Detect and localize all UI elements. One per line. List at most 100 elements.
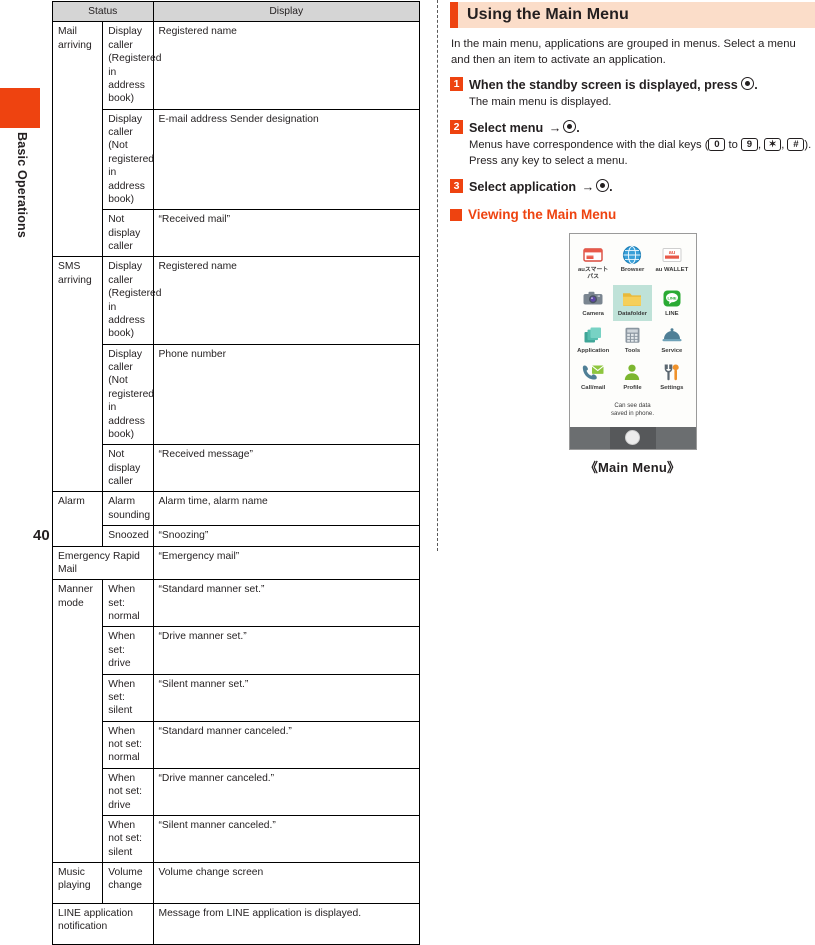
- step-3-heading-period: .: [609, 179, 613, 194]
- cell-display: Alarm time, alarm name: [152, 491, 420, 527]
- globe-icon: [619, 243, 645, 266]
- arrow-right-icon: →: [548, 120, 562, 135]
- table-header-row: Status Display: [52, 0, 420, 23]
- step-number-badge: 3: [450, 178, 463, 193]
- menu-item-label: au WALLET: [655, 267, 689, 274]
- step-2-body-to: to: [725, 138, 741, 151]
- menu-item-line[interactable]: LINE LINE: [652, 285, 691, 321]
- menu-item-settings[interactable]: Settings: [652, 359, 691, 395]
- cell-condition: Display caller (Not registered in addres…: [102, 343, 154, 446]
- section-intro-paragraph: In the main menu, applications are group…: [451, 38, 796, 67]
- table-row: Emergency Rapid Mail “Emergency mail”: [52, 545, 420, 581]
- cell-condition: When set: drive: [102, 626, 154, 675]
- table-row: SMS arriving Display caller (Registered …: [51, 256, 420, 493]
- right-column: Using the Main Menu In the main menu, ap…: [450, 0, 815, 551]
- menu-item-datafolder[interactable]: Datafolder: [612, 285, 653, 322]
- cell-display: E-mail address Sender designation: [152, 108, 420, 211]
- column-header-display: Display: [152, 0, 420, 23]
- cell-display: “Received message”: [152, 444, 420, 493]
- step-1-body: The main menu is displayed.: [469, 96, 612, 109]
- line-icon: LINE: [659, 287, 685, 310]
- cell-condition: Snoozed: [102, 525, 154, 547]
- step-2-heading: Select menu →.: [469, 119, 815, 135]
- bell-icon: [659, 324, 685, 347]
- chapter-tab-marker: [0, 88, 40, 128]
- cell-display: “Silent manner canceled.”: [152, 814, 420, 864]
- menu-item-service[interactable]: Service: [652, 322, 691, 358]
- cell-group-alarm: Alarm: [51, 491, 104, 547]
- chapter-title-vertical: Basic Operations: [15, 132, 29, 239]
- menu-item-label: Datafolder: [617, 311, 648, 318]
- page-number: 40: [33, 527, 50, 544]
- step-2-heading-period: .: [576, 120, 580, 135]
- step-number-badge: 1: [450, 77, 463, 92]
- au-smart-pass-icon: [580, 243, 606, 266]
- section-banner: Using the Main Menu: [450, 2, 815, 28]
- center-select-key-icon: [741, 77, 755, 91]
- menu-item-call-mail[interactable]: Call/mail: [574, 359, 613, 395]
- cell-condition: Not display caller: [102, 444, 154, 493]
- figure-caption: 《Main Menu》: [584, 459, 681, 475]
- subsection-heading: Viewing the Main Menu: [450, 207, 815, 222]
- menu-item-label: Tools: [624, 348, 641, 355]
- dial-key-0-icon: 0: [708, 138, 726, 152]
- section-banner-accent-bar: [450, 2, 458, 28]
- cell-condition: Alarm sounding: [102, 491, 154, 527]
- step-2-body-part1: Menus have correspondence with the dial …: [469, 138, 709, 151]
- menu-item-label: Service: [661, 348, 683, 355]
- menu-item-label: Camera: [582, 311, 604, 318]
- step-1-heading-text: When the standby screen is displayed, pr…: [469, 78, 742, 93]
- person-icon: [619, 361, 645, 384]
- menu-item-au-smart-pass[interactable]: auスマート パス: [574, 241, 613, 284]
- phone-figure: auスマート パス Browser au au WALLET Camera Da…: [450, 233, 815, 476]
- menu-item-label: auスマート パス: [578, 267, 609, 281]
- phone-screen: auスマート パス Browser au au WALLET Camera Da…: [569, 234, 696, 427]
- phone-softkey-bar: [569, 426, 696, 449]
- step-1: 1 When the standby screen is displayed, …: [450, 77, 815, 111]
- step-1-heading: When the standby screen is displayed, pr…: [469, 77, 815, 92]
- phone-hint-line-2: saved in phone.: [610, 409, 655, 417]
- cell-condition: When set: silent: [102, 673, 154, 722]
- svg-text:LINE: LINE: [667, 295, 676, 300]
- phone-hint-text: Can see data saved in phone.: [574, 402, 692, 418]
- menu-item-label: Browser: [620, 267, 645, 274]
- cell-display: “Drive manner set.”: [152, 626, 420, 675]
- cell-display: “Standard manner set.”: [152, 579, 420, 628]
- cell-condition: Display caller (Registered in address bo…: [102, 21, 161, 110]
- step-3-heading: Select application →.: [469, 178, 815, 194]
- menu-item-application[interactable]: Application: [574, 322, 613, 358]
- step-number-badge: 2: [450, 119, 463, 134]
- table-row: Mail arriving Display caller (Registered…: [51, 21, 420, 258]
- menu-item-au-wallet[interactable]: au au WALLET: [652, 241, 691, 284]
- phone-center-key-button[interactable]: [625, 430, 640, 446]
- camera-icon: [580, 287, 606, 310]
- center-select-key-icon: [563, 119, 577, 133]
- cell-condition: Not display caller: [102, 209, 154, 258]
- cell-display: “Standard manner canceled.”: [152, 720, 420, 769]
- menu-item-label: Application: [577, 348, 610, 355]
- au-wallet-icon: au: [659, 243, 685, 266]
- table-row: When not set: normal “Standard manner ca…: [53, 720, 420, 769]
- cell-display: Registered name: [152, 21, 420, 110]
- tools-wrench-icon: [659, 361, 685, 384]
- center-select-key-icon: [596, 178, 610, 192]
- table-row: Music playing Volume change Volume chang…: [51, 862, 420, 904]
- table-row: Snoozed “Snoozing”: [53, 525, 420, 547]
- cell-group-mail-arriving: Mail arriving: [51, 21, 104, 258]
- cell-display: “Received mail”: [152, 209, 420, 258]
- step-2-heading-text: Select menu: [469, 120, 547, 135]
- menu-item-tools[interactable]: Tools: [613, 322, 652, 358]
- stacked-squares-icon: [580, 324, 606, 347]
- table-row: Alarm Alarm sounding Alarm time, alarm n…: [51, 491, 420, 547]
- cell-condition: Volume change: [102, 862, 154, 904]
- cell-condition: Display caller (Registered in address bo…: [102, 256, 161, 345]
- step-3-heading-text: Select application: [469, 179, 580, 194]
- menu-item-camera[interactable]: Camera: [574, 285, 613, 321]
- calculator-icon: [619, 324, 645, 347]
- table-row: When set: drive “Drive manner set.”: [53, 626, 420, 675]
- cell-display: “Drive manner canceled.”: [152, 767, 420, 816]
- cell-group-music-playing: Music playing: [51, 862, 104, 904]
- menu-item-browser[interactable]: Browser: [613, 241, 652, 284]
- table-row: Not display caller “Received message”: [53, 444, 420, 493]
- menu-item-profile[interactable]: Profile: [613, 359, 652, 395]
